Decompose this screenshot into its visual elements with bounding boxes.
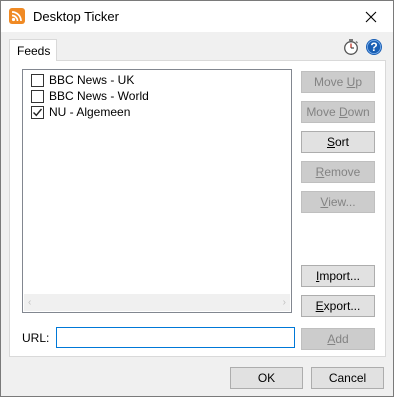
close-button[interactable] (349, 1, 393, 32)
remove-button[interactable]: Remove (301, 161, 375, 183)
button-mnemonic: S (326, 135, 335, 149)
tab-feeds[interactable]: Feeds (9, 39, 57, 61)
button-label: iew... (328, 195, 356, 209)
desktop-ticker-dialog: Desktop Ticker Feeds ? BBC News - UK BBC… (0, 0, 394, 397)
list-item[interactable]: BBC News - UK (31, 72, 134, 88)
help-icon[interactable]: ? (365, 38, 383, 56)
feed-checkbox[interactable] (31, 89, 44, 103)
window-title: Desktop Ticker (33, 9, 119, 24)
feed-label: NU - Algemeen (49, 105, 131, 119)
feed-label: BBC News - World (49, 89, 149, 103)
ok-button[interactable]: OK (230, 367, 303, 389)
button-mnemonic: E (315, 299, 324, 313)
feed-checkbox[interactable] (31, 73, 44, 87)
title-bar: Desktop Ticker (1, 1, 393, 32)
url-input[interactable] (56, 327, 295, 348)
button-label: emove (324, 165, 361, 179)
feed-label: BBC News - UK (49, 73, 135, 87)
rss-icon (9, 8, 25, 24)
move-up-button[interactable]: Move Up (301, 71, 375, 93)
svg-text:?: ? (370, 40, 377, 54)
list-item[interactable]: NU - Algemeen (31, 104, 130, 120)
button-label: mport... (319, 269, 361, 283)
horizontal-scrollbar[interactable]: ‹ › (24, 294, 290, 311)
button-label: p (355, 75, 363, 89)
button-label: xport... (323, 299, 361, 313)
view-button[interactable]: View... (301, 191, 375, 213)
button-mnemonic: D (339, 105, 348, 119)
feeds-tab-panel: BBC News - UK BBC News - World NU - Alge… (9, 60, 386, 357)
stopwatch-icon[interactable] (342, 38, 360, 56)
button-label: dd (335, 332, 349, 346)
add-button[interactable]: Add (301, 328, 375, 350)
button-label: ort (335, 135, 350, 149)
button-mnemonic: R (315, 165, 325, 179)
scroll-left-icon[interactable]: ‹ (28, 297, 31, 308)
scroll-right-icon[interactable]: › (283, 297, 286, 308)
sort-button[interactable]: Sort (301, 131, 375, 153)
button-label: Move (306, 105, 339, 119)
export-button[interactable]: Export... (301, 295, 375, 317)
import-button[interactable]: Import... (301, 265, 375, 287)
button-label: Move (313, 75, 347, 89)
button-label: own (347, 105, 370, 119)
url-label: URL: (22, 331, 50, 345)
feed-list[interactable]: BBC News - UK BBC News - World NU - Alge… (22, 69, 292, 313)
cancel-button[interactable]: Cancel (311, 367, 384, 389)
move-down-button[interactable]: Move Down (301, 101, 375, 123)
close-icon (365, 11, 377, 22)
list-item[interactable]: BBC News - World (31, 88, 149, 104)
feed-checkbox[interactable] (31, 105, 44, 119)
checkmark-icon (33, 108, 43, 116)
